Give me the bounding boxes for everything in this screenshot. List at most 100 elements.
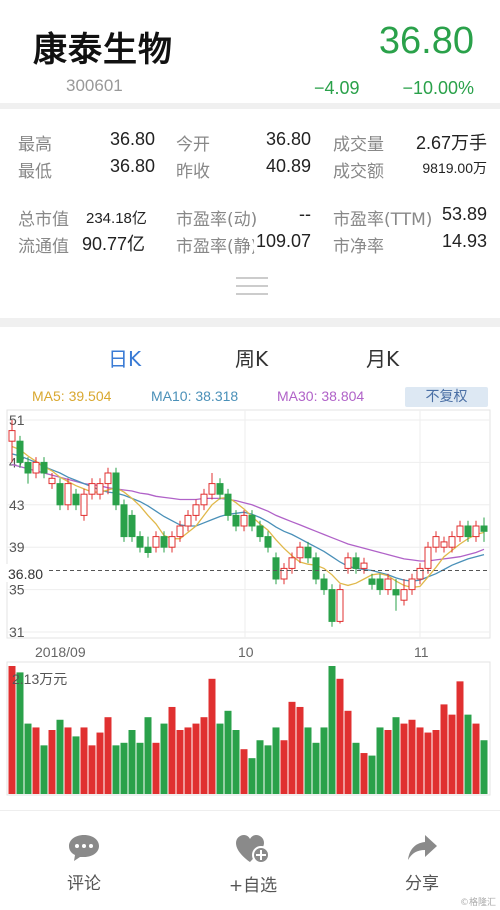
volume-bar xyxy=(344,710,352,794)
candle-body xyxy=(248,514,256,527)
candle-body xyxy=(16,440,24,463)
volume-bar xyxy=(416,727,424,794)
candle-body xyxy=(456,525,464,538)
candle-body xyxy=(128,514,136,538)
candle-body xyxy=(296,546,304,559)
candle-body xyxy=(368,578,376,585)
volume-bar xyxy=(88,745,96,794)
y-tick-label: 43 xyxy=(9,497,25,513)
volume-bar xyxy=(120,742,128,794)
kline-chart[interactable]: 514743393531 36.80 2018/09 10 11 2.13万元 xyxy=(0,408,500,800)
comment-label: 评论 xyxy=(67,874,101,894)
stock-header: 康泰生物 300601 36.80 −4.09 −10.00% xyxy=(0,0,500,100)
candle-body xyxy=(264,536,272,548)
add-watchlist-button[interactable]: +自选 xyxy=(203,833,303,896)
candle-body xyxy=(336,589,344,622)
volume-bar xyxy=(448,714,456,794)
adjust-toggle-button[interactable]: 不复权 xyxy=(405,387,488,407)
volume-bar xyxy=(16,672,24,794)
tab-weekly-k[interactable]: 周K xyxy=(235,343,268,372)
volume-bar xyxy=(224,710,232,794)
stock-name: 康泰生物 xyxy=(33,30,173,70)
volume-bar xyxy=(208,678,216,794)
candle-body xyxy=(256,525,264,538)
volume-bar xyxy=(272,727,280,794)
volume-bar xyxy=(168,706,176,794)
candle-body xyxy=(344,557,352,569)
expand-handle-icon[interactable] xyxy=(236,277,268,301)
candle-body xyxy=(120,504,128,538)
candle-body xyxy=(392,589,400,596)
current-price-tag: 36.80 xyxy=(8,566,43,582)
stat-value-open: 36.80 xyxy=(265,129,311,149)
candle-body xyxy=(408,578,416,591)
add-watchlist-label: +自选 xyxy=(228,876,278,896)
price-change-percent: −10.00% xyxy=(402,78,474,98)
stat-value-pe-static: 109.07 xyxy=(253,231,311,252)
stat-label-turnover: 成交额 xyxy=(333,162,384,182)
volume-bar xyxy=(312,742,320,794)
candle-body xyxy=(360,562,368,569)
volume-bar xyxy=(56,719,64,794)
candle-body xyxy=(232,514,240,527)
x-tick-label: 2018/09 xyxy=(35,644,86,660)
volume-bar xyxy=(192,723,200,794)
stat-label-open: 今开 xyxy=(176,135,210,155)
volume-bar xyxy=(400,723,408,794)
stat-label-pb: 市净率 xyxy=(333,237,384,257)
volume-bar xyxy=(296,706,304,794)
candle-body xyxy=(144,546,152,553)
comment-button[interactable]: 评论 xyxy=(34,833,134,894)
candle-body xyxy=(304,546,312,559)
comment-icon xyxy=(69,835,99,861)
candle-body xyxy=(40,461,48,474)
tab-daily-k[interactable]: 日K xyxy=(108,343,141,372)
volume-bar xyxy=(136,742,144,794)
volume-bar xyxy=(144,717,152,794)
stat-value-pe-ttm: 53.89 xyxy=(439,204,487,225)
volume-bar xyxy=(32,727,40,794)
candle-body xyxy=(288,557,296,569)
candle-body xyxy=(280,567,288,580)
stat-label-low: 最低 xyxy=(18,162,52,182)
volume-bar xyxy=(264,745,272,794)
volume-bar xyxy=(216,723,224,794)
stat-label-volume: 成交量 xyxy=(333,135,384,155)
share-arrow-icon xyxy=(408,835,437,860)
candle-body xyxy=(176,525,184,538)
volume-bar xyxy=(480,740,488,794)
volume-bar xyxy=(320,727,328,794)
x-tick-label: 10 xyxy=(238,644,254,660)
candle-body xyxy=(400,589,408,601)
volume-bar xyxy=(128,730,136,794)
volume-bar xyxy=(152,742,160,794)
x-tick-label: 11 xyxy=(414,644,429,660)
candle-body xyxy=(240,514,248,527)
candle-body xyxy=(152,536,160,548)
candle-body xyxy=(416,567,424,580)
candle-body xyxy=(464,525,472,538)
ma30-label: MA30: 38.804 xyxy=(277,388,365,404)
tab-monthly-k[interactable]: 月K xyxy=(366,343,399,372)
volume-bar xyxy=(376,727,384,794)
share-button[interactable]: 分享 xyxy=(372,833,472,894)
volume-bar xyxy=(336,678,344,794)
candle-body xyxy=(384,578,392,591)
candle-body xyxy=(320,578,328,591)
stat-label-market-cap: 总市值 xyxy=(18,210,69,230)
volume-bar xyxy=(352,742,360,794)
candle-body xyxy=(440,541,448,548)
volume-bar xyxy=(360,753,368,794)
candle-body xyxy=(32,461,40,474)
volume-bar xyxy=(40,745,48,794)
volume-bar xyxy=(184,727,192,794)
price-change: −4.09 xyxy=(314,78,360,98)
bottom-action-bar: 评论 +自选 分享 ©格隆汇 xyxy=(0,810,500,910)
stat-value-pe-dynamic: -- xyxy=(299,204,311,224)
volume-bar xyxy=(160,723,168,794)
candle-body xyxy=(432,536,440,548)
candle-body xyxy=(88,483,96,495)
candle-body xyxy=(136,536,144,548)
ma5-label: MA5: 39.504 xyxy=(32,388,112,404)
candle-body xyxy=(448,536,456,548)
